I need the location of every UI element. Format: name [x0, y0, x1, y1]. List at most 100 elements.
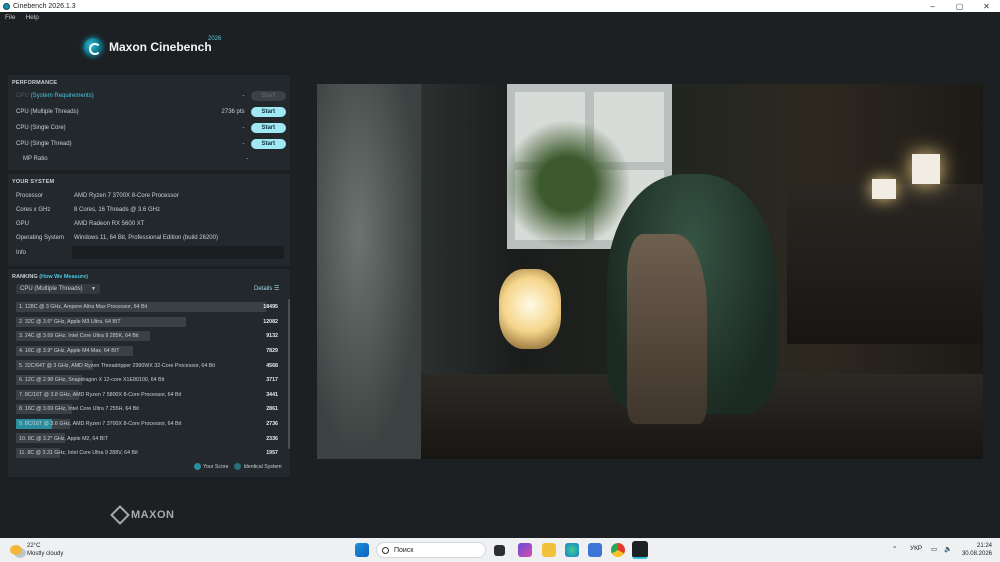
details-label: Details — [254, 286, 273, 292]
ranking-cpu-name: 2. 32C @ 3.6* GHz, Apple M3 Ultra, 64 BI… — [19, 318, 121, 325]
task-view-icon[interactable] — [494, 545, 505, 556]
ranking-row[interactable]: 5. 32C/64T @ 3 GHz, AMD Ryzen Threadripp… — [16, 358, 280, 373]
ranking-cpu-name: 3. 24C @ 3.69 GHz, Intel Core Ultra 9 28… — [19, 333, 139, 340]
ranking-score: 1957 — [266, 450, 278, 457]
search-icon — [382, 546, 389, 554]
your-score-label: Your Score — [203, 463, 229, 470]
system-row-processor: Processor AMD Ryzen 7 3700X 8-Core Proce… — [16, 190, 286, 202]
weather-text: 22°C Mostly cloudy — [27, 542, 63, 558]
ranking-row[interactable]: 3. 24C @ 3.69 GHz, Intel Core Ultra 9 28… — [16, 329, 280, 344]
menu-help[interactable]: Help — [25, 14, 38, 21]
performance-panel: PERFORMANCE GPU (System Requirements) - … — [8, 75, 290, 170]
display-icon[interactable]: ▭ — [931, 545, 937, 553]
ranking-legend: Your Score Identical System — [194, 463, 288, 470]
ranking-dropdown-value: CPU (Multiple Threads) — [20, 286, 83, 292]
perf-row-cpu-multi: CPU (Multiple Threads) 2736 pts Start — [16, 106, 287, 118]
cpu-single-thread-start-button[interactable]: Start — [250, 139, 287, 149]
store-icon[interactable] — [588, 543, 602, 557]
ranking-score: 2736 — [266, 421, 278, 428]
brand-name: Maxon Cinebench — [109, 40, 212, 54]
weather-widget[interactable]: 22°C Mostly cloudy — [10, 542, 63, 558]
file-explorer-icon[interactable] — [542, 543, 556, 557]
ranking-score: 2861 — [266, 406, 278, 413]
volume-icon[interactable]: 🔈 — [944, 545, 952, 553]
ranking-score: 3717 — [266, 377, 278, 384]
ranking-cpu-name: 5. 32C/64T @ 3 GHz, AMD Ryzen Threadripp… — [19, 362, 215, 369]
your-score-swatch — [194, 463, 201, 470]
cpu-multi-start-button[interactable]: Start — [250, 107, 287, 117]
system-requirements-link[interactable]: (System Requirements) — [31, 93, 94, 99]
ranking-cpu-name: 8. 16C @ 3.69 GHz, Intel Core Ultra 7 25… — [19, 406, 139, 413]
cinebench-logo: Maxon Cinebench — [84, 38, 212, 56]
cinebench-logo-icon — [84, 38, 102, 56]
cinebench-taskbar-icon[interactable] — [632, 541, 648, 559]
mp-ratio-value: - — [246, 156, 248, 162]
ranking-cpu-name: 7. 8C/16T @ 3.8 GHz, AMD Ryzen 7 5800X 8… — [19, 391, 182, 398]
ranking-row-your-system[interactable]: 9. 8C/16T @ 3.6 GHz, AMD Ryzen 7 3700X 8… — [16, 417, 280, 432]
ranking-test-dropdown[interactable]: CPU (Multiple Threads) ▼ — [16, 284, 100, 294]
system-heading: YOUR SYSTEM — [12, 179, 55, 185]
edge-icon[interactable] — [565, 543, 579, 557]
close-button[interactable]: ✕ — [973, 0, 1000, 12]
ranking-score: 3441 — [266, 391, 278, 398]
menu-bar: File Help — [0, 12, 1000, 23]
cpu-single-thread-label: CPU (Single Thread) — [16, 141, 72, 147]
details-button[interactable]: Details ☰ — [254, 285, 279, 292]
scene-candle — [912, 154, 940, 184]
search-placeholder: Поиск — [394, 546, 414, 554]
ranking-heading: RANKING — [12, 274, 38, 280]
gpu-score: - — [242, 93, 245, 99]
widgets-icon[interactable] — [518, 543, 532, 557]
legend-identical-system: Identical System — [234, 463, 282, 470]
info-field[interactable] — [72, 246, 284, 259]
scene-wall — [317, 84, 421, 459]
cores-value: 8 Cores, 16 Threads @ 3.6 GHz — [74, 207, 161, 213]
weather-desc: Mostly cloudy — [27, 551, 64, 557]
perf-row-cpu-single-thread: CPU (Single Thread) - Start — [16, 138, 287, 150]
ranking-scrollbar[interactable] — [288, 299, 290, 449]
taskbar-clock[interactable]: 21:24 30.08.2026 — [958, 542, 992, 558]
info-key: Info — [16, 250, 27, 256]
chevron-up-icon[interactable]: ⌃ — [892, 545, 897, 553]
identical-system-label: Identical System — [243, 463, 282, 470]
ranking-cpu-name: 11. 8C @ 3.31 GHz, Intel Core Ultra 9 28… — [19, 450, 138, 457]
ranking-cpu-name: 6. 12C @ 2.98 GHz, Snapdragon X 12-core … — [19, 377, 165, 384]
maxon-footer-text: MAXON — [131, 509, 175, 521]
ranking-row[interactable]: 11. 8C @ 3.31 GHz, Intel Core Ultra 9 28… — [16, 446, 280, 461]
ranking-row[interactable]: 7. 8C/16T @ 3.8 GHz, AMD Ryzen 7 5800X 8… — [16, 388, 280, 403]
ranking-row[interactable]: 10. 8C @ 3.2* GHz, Apple M2, 64 BIT 2336 — [16, 431, 280, 446]
minimize-button[interactable]: – — [919, 0, 946, 12]
system-row-cores: Cores x GHz 8 Cores, 16 Threads @ 3.6 GH… — [16, 204, 286, 216]
ranking-score: 18495 — [263, 304, 278, 311]
processor-value: AMD Ryzen 7 3700X 8-Core Processor — [74, 193, 179, 199]
ranking-row[interactable]: 4. 16C @ 3.9* GHz, Apple M4 Max, 64 BIT 7… — [16, 344, 280, 359]
ranking-cpu-name: 4. 16C @ 3.9* GHz, Apple M4 Max, 64 BIT — [19, 348, 120, 355]
ranking-score: 12082 — [263, 318, 278, 325]
ranking-heading-wrap: RANKING (How We Measure) — [12, 274, 88, 280]
cpu-single-core-start-button[interactable]: Start — [250, 123, 287, 133]
maximize-button[interactable]: ▢ — [946, 0, 973, 12]
gpu-label: GPU — [16, 93, 30, 99]
window-title: Cinebench 2026.1.3 — [13, 2, 76, 10]
ranking-row[interactable]: 8. 16C @ 3.69 GHz, Intel Core Ultra 7 25… — [16, 402, 280, 417]
ranking-row[interactable]: 6. 12C @ 2.98 GHz, Snapdragon X 12-core … — [16, 373, 280, 388]
title-bar: Cinebench 2026.1.3 – ▢ ✕ — [0, 0, 1000, 12]
chrome-icon[interactable] — [611, 543, 625, 557]
windows-start-icon[interactable] — [355, 543, 369, 557]
how-we-measure-link[interactable]: (How We Measure) — [39, 274, 88, 280]
gpu-start-button[interactable]: Start — [250, 91, 287, 101]
ranking-row[interactable]: 1. 128C @ 3 GHz, Ampere Altra Max Proces… — [16, 300, 280, 315]
scene-plant — [502, 119, 632, 249]
maxon-footer-logo: MAXON — [110, 505, 175, 525]
scene-table — [787, 184, 983, 344]
performance-heading: PERFORMANCE — [12, 80, 58, 86]
gpu-key: GPU — [16, 221, 30, 227]
ranking-row[interactable]: 2. 32C @ 3.6* GHz, Apple M3 Ultra, 64 BI… — [16, 315, 280, 330]
cpu-single-core-score: - — [242, 125, 245, 131]
cpu-single-thread-score: - — [242, 141, 245, 147]
partly-cloudy-icon — [10, 545, 22, 555]
render-scene-image — [317, 84, 983, 459]
taskbar-search[interactable]: Поиск — [376, 542, 486, 558]
language-indicator[interactable]: УКР — [910, 545, 922, 552]
menu-file[interactable]: File — [5, 14, 15, 21]
